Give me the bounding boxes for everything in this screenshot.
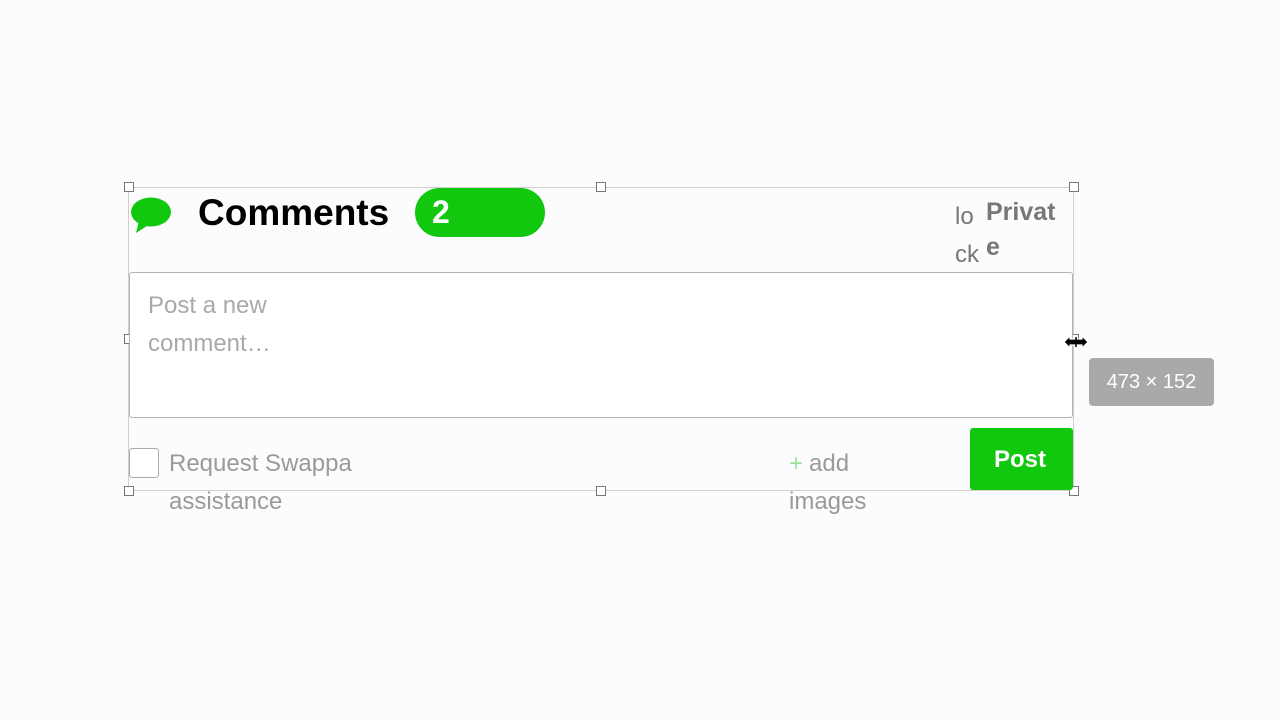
chat-bubble-icon (131, 197, 171, 233)
add-images-link[interactable]: + add images (789, 445, 889, 521)
comment-count-badge: 2 (415, 188, 545, 237)
comment-placeholder: Post a new comment… (148, 292, 271, 357)
private-label[interactable]: Private (986, 195, 1068, 265)
comment-input[interactable]: Post a new comment… (129, 272, 1073, 418)
resize-handle-top[interactable] (596, 182, 606, 192)
resize-handle-bottom-left[interactable] (124, 486, 134, 496)
plus-icon: + (789, 450, 804, 477)
resize-handle-top-right[interactable] (1069, 182, 1079, 192)
post-button-label: Post (994, 446, 1047, 473)
lock-icon: lock (955, 203, 979, 268)
post-button[interactable]: Post (970, 428, 1073, 490)
assistance-checkbox[interactable] (129, 448, 159, 478)
size-tooltip: 473 × 152 (1089, 358, 1214, 406)
assistance-label: Request Swappa assistance (169, 450, 352, 515)
resize-handle-top-left[interactable] (124, 182, 134, 192)
resize-cursor-icon (1063, 335, 1089, 349)
resize-handle-bottom[interactable] (596, 486, 606, 496)
comments-title: Comments (198, 192, 390, 233)
